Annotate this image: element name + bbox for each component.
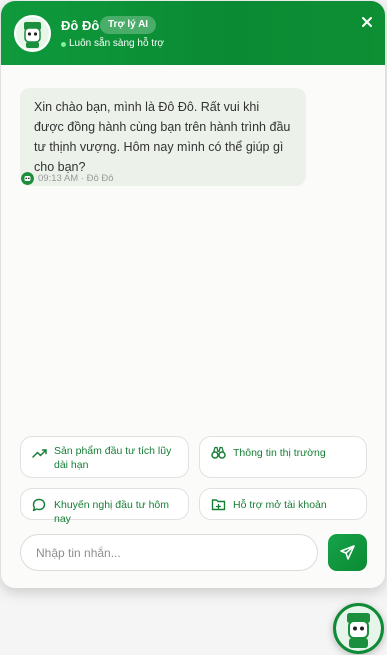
- online-dot-icon: [61, 42, 66, 47]
- suggestion-daily-recommendation[interactable]: Khuyến nghị đầu tư hôm nay: [20, 488, 189, 525]
- suggestion-market-info[interactable]: Thông tin thị trường: [199, 436, 367, 478]
- suggestion-label: Khuyến nghị đầu tư hôm nay: [54, 499, 170, 525]
- status-text: Luôn sẵn sàng hỗ trợ: [69, 38, 164, 49]
- chat-widget: Đô Đô Trợ lý AI Luôn sẵn sàng hỗ trợ Xin…: [1, 1, 385, 588]
- suggestion-label: Sản phẩm đầu tư tích lũy dài hạn: [54, 445, 172, 471]
- send-button[interactable]: [328, 534, 367, 571]
- trending-up-icon: [32, 449, 47, 458]
- chat-launcher-button[interactable]: [333, 603, 384, 654]
- message-input[interactable]: [20, 534, 318, 571]
- close-icon[interactable]: [360, 15, 374, 29]
- folder-icon: [211, 499, 226, 511]
- bot-name: Đô Đô: [61, 18, 100, 33]
- mascot-avatar: [14, 15, 51, 52]
- suggestion-long-term-products[interactable]: Sản phẩm đầu tư tích lũy dài hạn: [20, 436, 189, 478]
- suggestion-label: Hỗ trợ mở tài khoản: [233, 499, 327, 511]
- mascot-icon: [336, 606, 381, 651]
- send-icon: [340, 545, 355, 560]
- binoculars-icon: [211, 446, 226, 459]
- suggestion-label: Thông tin thị trường: [233, 447, 326, 459]
- message-timestamp: 09:13 AM · Đô Đô: [38, 173, 114, 184]
- bot-message-bubble: Xin chào bạn, mình là Đô Đô. Rất vui khi…: [20, 88, 306, 186]
- mascot-small-avatar: [21, 172, 34, 185]
- ai-badge: Trợ lý AI: [100, 16, 157, 34]
- suggestion-account-opening[interactable]: Hỗ trợ mở tài khoản: [199, 488, 367, 520]
- chat-header: Đô Đô Trợ lý AI Luôn sẵn sàng hỗ trợ: [1, 1, 385, 65]
- chat-bubble-icon: [32, 498, 46, 512]
